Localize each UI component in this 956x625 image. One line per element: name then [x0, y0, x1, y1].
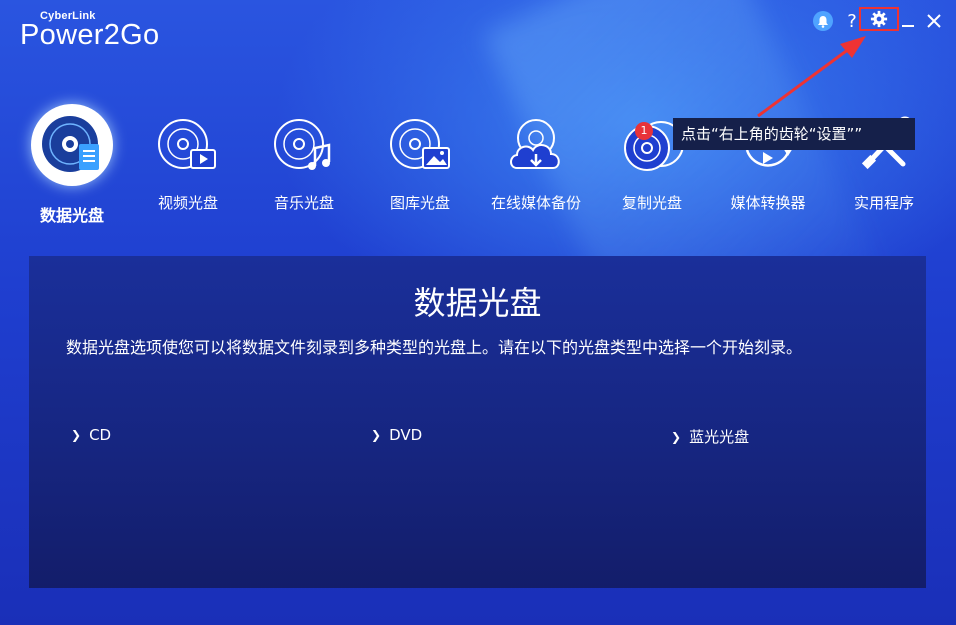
content-panel: 数据光盘 数据光盘选项使您可以将数据文件刻录到多种类型的光盘上。请在以下的光盘类…: [29, 256, 926, 588]
photo-disc-icon: [390, 119, 450, 169]
option-cd[interactable]: ❯ CD: [71, 426, 111, 444]
notification-button[interactable]: [811, 8, 835, 34]
settings-button[interactable]: [859, 7, 899, 31]
nav-online-backup[interactable]: 在线媒体备份: [478, 110, 594, 212]
nav-label: 数据光盘: [39, 206, 104, 225]
notification-badge: 1: [635, 122, 653, 140]
option-label: CD: [89, 426, 112, 444]
brand-main: Power2Go: [20, 19, 160, 51]
option-label: DVD: [389, 426, 423, 444]
chevron-right-icon: ❯: [71, 428, 82, 442]
nav-label: 在线媒体备份: [490, 194, 581, 212]
chevron-right-icon: ❯: [371, 428, 382, 442]
app-logo: CyberLink Power2Go: [20, 10, 160, 51]
nav-label: 图库光盘: [389, 194, 450, 212]
nav-label: 实用程序: [853, 194, 914, 212]
gear-icon: [870, 10, 888, 28]
panel-title: 数据光盘: [413, 284, 542, 322]
nav-data-disc[interactable]: 数据光盘: [14, 104, 130, 225]
tooltip: 点击“右上角的齿轮“设置””: [673, 118, 915, 150]
option-bluray[interactable]: ❯ 蓝光光盘: [671, 426, 749, 447]
close-icon: [927, 14, 941, 28]
option-label: 蓝光光盘: [689, 428, 750, 446]
bell-icon: [813, 11, 833, 31]
video-disc-icon: [158, 119, 216, 169]
nav-photo-disc[interactable]: 图库光盘: [362, 110, 478, 212]
panel-description: 数据光盘选项使您可以将数据文件刻录到多种类型的光盘上。请在以下的光盘类型中选择一…: [66, 338, 803, 357]
nav-label: 音乐光盘: [273, 194, 334, 212]
option-dvd[interactable]: ❯ DVD: [371, 426, 422, 444]
nav-label: 媒体转换器: [730, 194, 806, 212]
minimize-icon: [902, 25, 914, 27]
nav-label: 视频光盘: [157, 194, 218, 212]
nav-label: 复制光盘: [621, 194, 682, 212]
music-disc-icon: [274, 119, 331, 170]
nav-music-disc[interactable]: 音乐光盘: [246, 110, 362, 212]
minimize-button[interactable]: [898, 8, 918, 34]
chevron-right-icon: ❯: [671, 429, 682, 444]
close-button[interactable]: [922, 8, 946, 34]
data-disc-icon: [42, 116, 99, 172]
cloud-backup-icon: [510, 119, 560, 169]
nav-video-disc[interactable]: 视频光盘: [130, 110, 246, 212]
